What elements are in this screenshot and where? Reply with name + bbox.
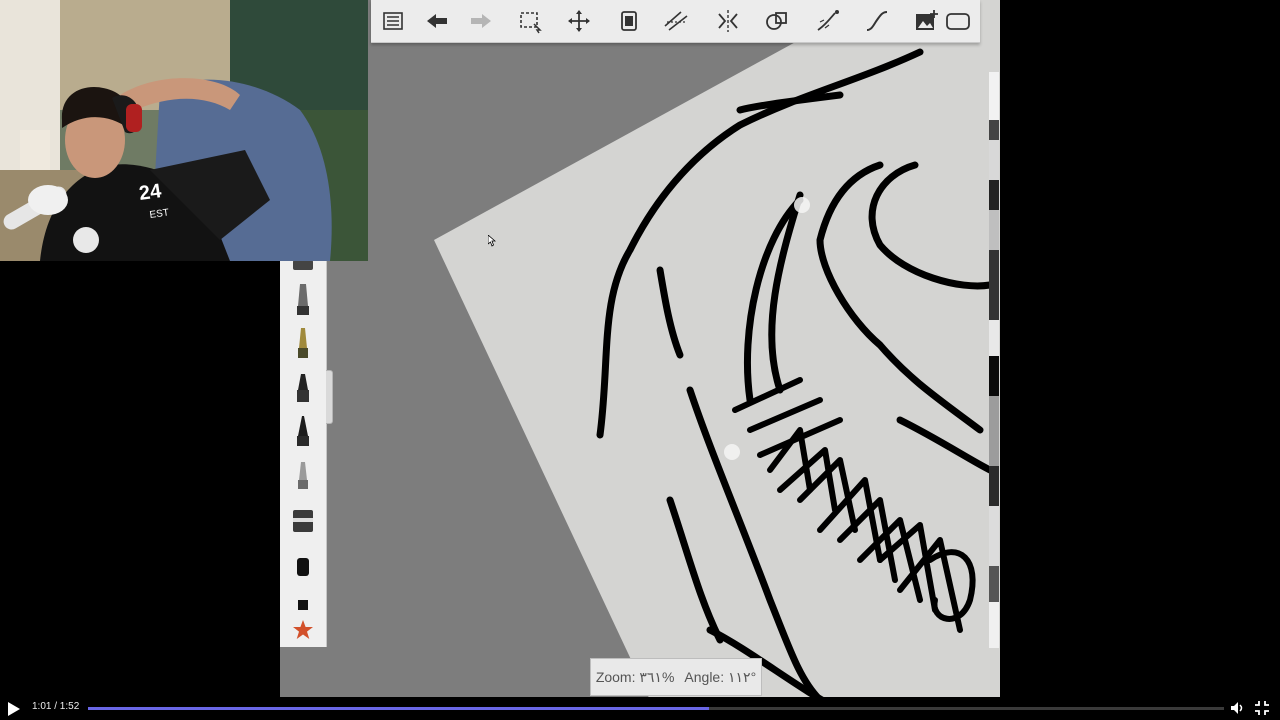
progress-fill — [88, 707, 710, 710]
brush-palette — [280, 260, 327, 647]
brush-pencil[interactable] — [290, 260, 316, 272]
webcam-video: 24 EST — [0, 0, 368, 261]
zoom-text: Zoom: ٣٦١% — [595, 668, 675, 685]
ruler-icon[interactable] — [661, 6, 691, 36]
undo-icon[interactable] — [422, 6, 452, 36]
symmetry-icon[interactable] — [713, 6, 743, 36]
brush-paintbrush[interactable] — [290, 414, 316, 448]
brush-smudge[interactable] — [290, 504, 316, 538]
zoom-angle-indicator: Zoom: ٣٦١% Angle: ١١٢° — [590, 658, 762, 696]
redo-icon[interactable] — [466, 6, 496, 36]
shapes-icon[interactable] — [762, 6, 792, 36]
brush-square[interactable] — [290, 594, 316, 616]
curve-icon[interactable] — [862, 6, 892, 36]
angle-text: Angle: ١١٢° — [684, 668, 757, 685]
palette-collapse-handle[interactable] — [326, 370, 333, 424]
brush-stamp[interactable] — [290, 550, 316, 584]
selection-icon[interactable] — [515, 6, 545, 36]
favorite-star-icon[interactable] — [290, 616, 316, 644]
play-icon[interactable] — [4, 700, 22, 718]
color-strip — [989, 72, 999, 648]
layers-list-icon[interactable] — [378, 6, 408, 36]
svg-text:24: 24 — [138, 180, 164, 205]
perspective-icon[interactable] — [813, 6, 843, 36]
time-display: 1:01 / 1:52 — [32, 701, 80, 712]
progress-bar[interactable] — [88, 707, 1224, 710]
fullscreen-icon[interactable] — [943, 6, 973, 36]
drawing-canvas[interactable] — [280, 0, 1000, 720]
exit-fullscreen-icon[interactable] — [1254, 700, 1270, 716]
toolbar — [371, 0, 980, 43]
transform-icon[interactable] — [564, 6, 594, 36]
video-stage[interactable] — [280, 0, 1000, 720]
brush-airbrush[interactable] — [290, 370, 316, 404]
import-image-icon[interactable] — [911, 6, 941, 36]
brush-eraser-light[interactable] — [290, 458, 316, 492]
volume-icon[interactable] — [1229, 700, 1245, 716]
mouse-cursor — [488, 235, 496, 247]
brush-marker[interactable] — [290, 326, 316, 360]
crop-icon[interactable] — [614, 6, 644, 36]
brush-ink-pen[interactable] — [290, 282, 316, 316]
paper-sheet — [434, 0, 1000, 700]
webcam-overlay: 24 EST — [0, 0, 368, 261]
